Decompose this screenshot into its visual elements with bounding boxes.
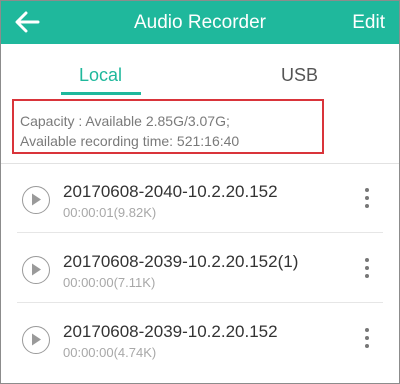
tab-local[interactable]: Local	[1, 44, 200, 94]
more-options-button[interactable]	[363, 328, 371, 356]
more-options-button[interactable]	[363, 258, 371, 286]
capacity-text: Capacity : Available 2.85G/3.07G;	[20, 113, 230, 129]
recording-time-text: Available recording time: 521:16:40	[20, 133, 240, 149]
play-button[interactable]	[22, 186, 50, 214]
edit-button[interactable]: Edit	[352, 11, 385, 35]
recording-item[interactable]: 20170608-2040-10.2.20.152 00:00:01(9.82K…	[1, 173, 399, 233]
more-vert-icon	[365, 188, 369, 192]
page-title: Audio Recorder	[133, 12, 267, 33]
recording-name: 20170608-2039-10.2.20.152	[63, 322, 278, 341]
row-divider	[17, 302, 383, 303]
row-divider	[17, 232, 383, 233]
play-button[interactable]	[22, 256, 50, 284]
storage-info: Capacity : Available 2.85G/3.07G; Availa…	[12, 99, 324, 154]
active-tab-indicator	[61, 92, 141, 95]
recording-name: 20170608-2039-10.2.20.152(1)	[63, 252, 299, 271]
tab-usb[interactable]: USB	[200, 44, 399, 94]
divider	[1, 163, 399, 164]
play-icon	[32, 333, 41, 346]
recording-duration-size: 00:00:00(7.11K)	[63, 275, 156, 290]
more-options-button[interactable]	[363, 188, 371, 216]
audio-recorder-screen: Audio Recorder Edit Local USB Capacity :…	[0, 0, 400, 384]
play-icon	[32, 263, 41, 276]
more-vert-icon	[365, 328, 369, 332]
recording-name: 20170608-2040-10.2.20.152	[63, 182, 278, 201]
play-icon	[32, 193, 41, 206]
tab-bar: Local USB	[1, 44, 399, 95]
recording-duration-size: 00:00:01(9.82K)	[63, 205, 157, 220]
recording-item[interactable]: 20170608-2039-10.2.20.152 00:00:00(4.74K…	[1, 313, 399, 373]
more-vert-icon	[365, 258, 369, 262]
recording-duration-size: 00:00:00(4.74K)	[63, 345, 157, 360]
recording-item[interactable]: 20170608-2039-10.2.20.152(1) 00:00:00(7.…	[1, 243, 399, 303]
app-bar: Audio Recorder Edit	[1, 1, 399, 44]
play-button[interactable]	[22, 326, 50, 354]
